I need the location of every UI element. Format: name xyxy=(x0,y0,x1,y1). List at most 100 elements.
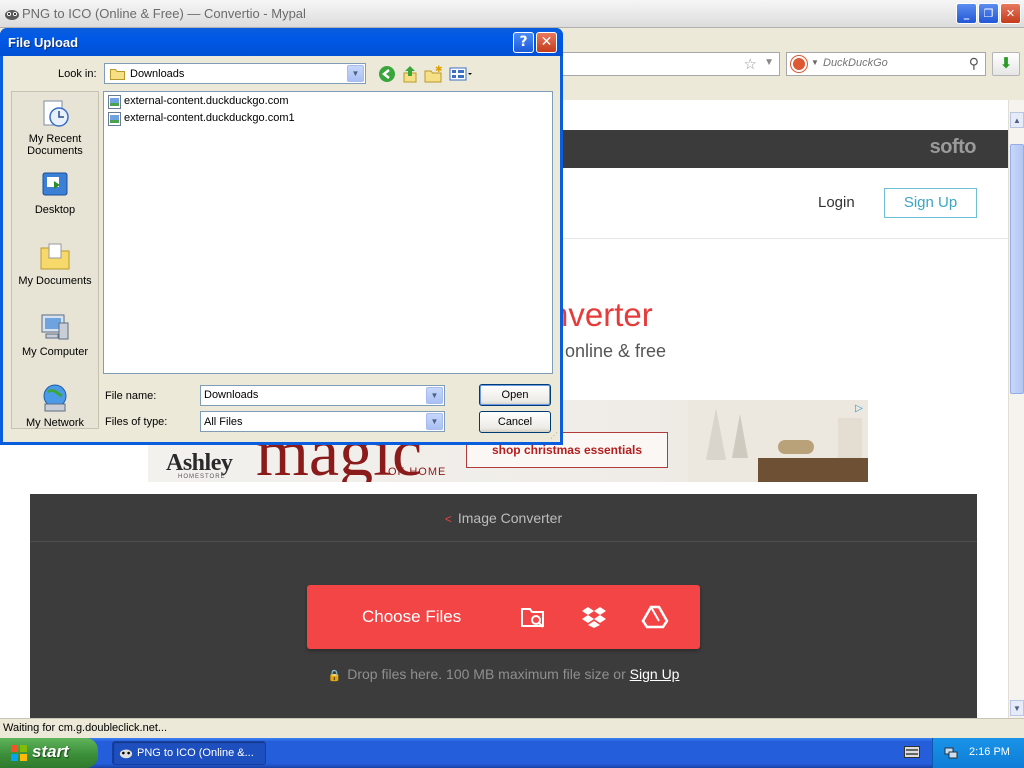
taskbar: start PNG to ICO (Online &... 2:16 PM xyxy=(0,738,1024,768)
resize-grip-icon[interactable]: ⋰ xyxy=(550,431,558,440)
look-in-label: Look in: xyxy=(58,68,97,80)
file-list[interactable]: external-content.duckduckgo.com external… xyxy=(103,91,553,374)
chevron-down-icon[interactable]: ▼ xyxy=(426,413,443,430)
file-name-field[interactable]: ▼ xyxy=(200,385,445,406)
start-button[interactable]: start xyxy=(0,738,98,768)
keyboard-icon[interactable] xyxy=(904,746,920,758)
choose-files-button[interactable]: Choose Files xyxy=(362,607,461,627)
panel-divider xyxy=(30,541,977,542)
place-label: Documents xyxy=(27,145,83,157)
bookmark-star-icon[interactable]: ☆ xyxy=(744,55,757,73)
hero-subtitle: online & free xyxy=(565,341,667,361)
file-name: external-content.duckduckgo.com xyxy=(124,95,289,107)
up-folder-icon[interactable] xyxy=(401,65,419,83)
my-network-icon xyxy=(43,384,67,412)
softo-logo[interactable]: softo xyxy=(930,136,977,159)
file-name-input[interactable] xyxy=(204,389,424,401)
mypal-browser-icon xyxy=(119,749,133,759)
drop-hint: 🔒 Drop files here. 100 MB maximum file si… xyxy=(30,666,977,682)
system-tray: 2:16 PM xyxy=(932,738,1024,768)
clock[interactable]: 2:16 PM xyxy=(969,746,1010,758)
status-bar: Waiting for cm.g.doubleclick.net... xyxy=(0,718,1024,738)
chevron-down-icon[interactable]: ▼ xyxy=(347,65,364,82)
file-image-icon xyxy=(108,95,121,109)
lock-icon: 🔒 xyxy=(327,670,342,682)
adchoices-icon[interactable]: ▷ xyxy=(852,402,866,416)
place-my-recent-documents[interactable]: My Recent Documents xyxy=(12,98,98,157)
dropbox-icon[interactable] xyxy=(579,603,609,631)
address-bar[interactable]: ☆ ▼ xyxy=(560,52,780,76)
file-name-label: File name: xyxy=(105,390,157,402)
place-my-computer[interactable]: My Computer xyxy=(12,311,98,358)
cancel-button[interactable]: Cancel xyxy=(479,411,551,433)
chevron-left-icon: < xyxy=(444,512,452,526)
page-scrollbar[interactable]: ▲ ▼ xyxy=(1008,100,1024,718)
help-button[interactable]: ? xyxy=(513,32,534,53)
place-label: My Recent xyxy=(28,133,82,145)
dropdown-arrow-icon[interactable]: ▼ xyxy=(764,57,774,68)
drop-hint-text: Drop files here. 100 MB maximum file siz… xyxy=(347,666,626,682)
choose-files-bar: Choose Files xyxy=(307,585,700,649)
places-bar: My Recent Documents Desktop My Documents xyxy=(11,91,99,429)
file-name: external-content.duckduckgo.com1 xyxy=(124,112,295,124)
dialog-close-button[interactable]: ✕ xyxy=(536,32,557,53)
restore-icon: ❐ xyxy=(983,7,994,20)
files-of-type-value: All Files xyxy=(204,416,243,428)
folder-search-icon[interactable] xyxy=(518,603,548,631)
place-my-network[interactable]: My Network xyxy=(12,382,98,429)
search-input[interactable] xyxy=(823,57,953,69)
google-drive-icon[interactable] xyxy=(640,603,670,631)
place-desktop[interactable]: Desktop xyxy=(12,169,98,216)
start-label: start xyxy=(32,742,69,761)
new-folder-icon[interactable]: ✱ xyxy=(424,65,442,83)
breadcrumb-label: Image Converter xyxy=(457,510,563,526)
open-button[interactable]: Open xyxy=(479,384,551,406)
network-icon[interactable] xyxy=(943,745,959,761)
help-icon: ? xyxy=(519,34,528,50)
my-computer-icon xyxy=(41,314,69,340)
scroll-up-icon[interactable]: ▲ xyxy=(1010,112,1024,128)
scrollbar-thumb[interactable] xyxy=(1010,144,1024,394)
recent-documents-icon xyxy=(43,100,69,127)
ad-decor-image xyxy=(688,400,868,482)
desktop-icon xyxy=(42,172,68,196)
files-of-type-dropdown[interactable]: All Files ▼ xyxy=(200,411,445,432)
minimize-button[interactable]: _ xyxy=(956,3,977,24)
scroll-down-icon[interactable]: ▼ xyxy=(1010,700,1024,716)
status-text: Waiting for cm.g.doubleclick.net... xyxy=(3,722,168,734)
close-window-button[interactable]: ✕ xyxy=(1000,3,1021,24)
place-label: Desktop xyxy=(34,204,76,216)
dialog-titlebar[interactable]: File Upload ? ✕ xyxy=(0,28,563,56)
search-magnifier-icon[interactable]: ⚲ xyxy=(969,55,979,72)
window-title: PNG to ICO (Online & Free) — Convertio -… xyxy=(22,6,306,21)
back-icon[interactable] xyxy=(378,65,396,83)
svg-text:✱: ✱ xyxy=(435,65,442,74)
look-in-dropdown[interactable]: Downloads ▼ xyxy=(104,63,366,84)
header-divider xyxy=(560,238,1008,239)
minimize-icon: _ xyxy=(963,7,970,20)
signup-button[interactable]: Sign Up xyxy=(884,188,977,218)
place-label: My Computer xyxy=(21,346,89,358)
download-arrow-icon: ⬇ xyxy=(999,55,1013,72)
view-menu-icon[interactable] xyxy=(449,65,473,83)
taskbar-item-browser[interactable]: PNG to ICO (Online &... xyxy=(112,741,266,765)
downloads-button[interactable]: ⬇ xyxy=(992,52,1020,76)
drop-signup-link[interactable]: Sign Up xyxy=(630,666,680,682)
ad-brand-sub: HOMESTORE xyxy=(178,474,226,480)
file-image-icon xyxy=(108,112,121,126)
close-icon: ✕ xyxy=(540,34,553,50)
maximize-button[interactable]: ❐ xyxy=(978,3,999,24)
login-link[interactable]: Login xyxy=(818,194,855,211)
search-engine-dropdown-icon[interactable]: ▼ xyxy=(811,58,819,67)
converter-panel: < Image Converter Choose Files 🔒 Drop fi… xyxy=(30,494,977,718)
duckduckgo-icon[interactable] xyxy=(791,56,807,72)
search-box[interactable]: ▼ ⚲ xyxy=(786,52,986,76)
place-my-documents[interactable]: My Documents xyxy=(12,240,98,287)
windows-logo-icon xyxy=(11,745,27,761)
place-label: My Network xyxy=(25,417,85,429)
chevron-down-icon[interactable]: ▼ xyxy=(426,387,443,404)
folder-icon xyxy=(110,69,125,80)
breadcrumb[interactable]: < Image Converter xyxy=(30,510,977,526)
files-of-type-label: Files of type: xyxy=(105,416,168,428)
mypal-browser-icon xyxy=(5,10,19,20)
